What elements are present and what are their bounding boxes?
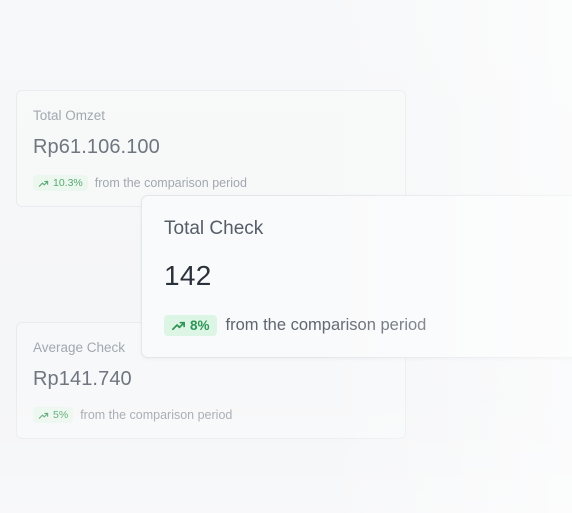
change-badge: 10.3% [33,175,88,191]
change-note: from the comparison period [225,316,427,334]
card-change-row: 10.3% from the comparison period [33,175,389,191]
change-value: 10.3% [53,177,83,189]
card-value: Rp141.740 [33,368,132,390]
card-label: Total Omzet [33,108,106,123]
card-change-row: 5% from the comparison period [33,407,389,423]
change-note: from the comparison period [80,408,233,422]
card-value: Rp61.106.100 [33,136,160,158]
trending-up-icon [38,180,49,187]
total-omzet-card: Total Omzet Rp61.106.100 10.3% from the … [16,90,406,207]
change-value: 5% [53,409,69,421]
change-badge: 8% [164,315,217,336]
change-badge: 5% [33,407,74,423]
trending-up-icon [172,321,185,331]
card-change-row: 8% from the comparison period [164,315,558,336]
card-label: Total Check [164,218,264,239]
change-value: 8% [190,318,210,333]
total-check-card: Total Check 142 8% from the comparison p… [141,195,572,358]
card-value: 142 [164,260,212,291]
trending-up-icon [38,412,49,419]
change-note: from the comparison period [94,176,247,190]
